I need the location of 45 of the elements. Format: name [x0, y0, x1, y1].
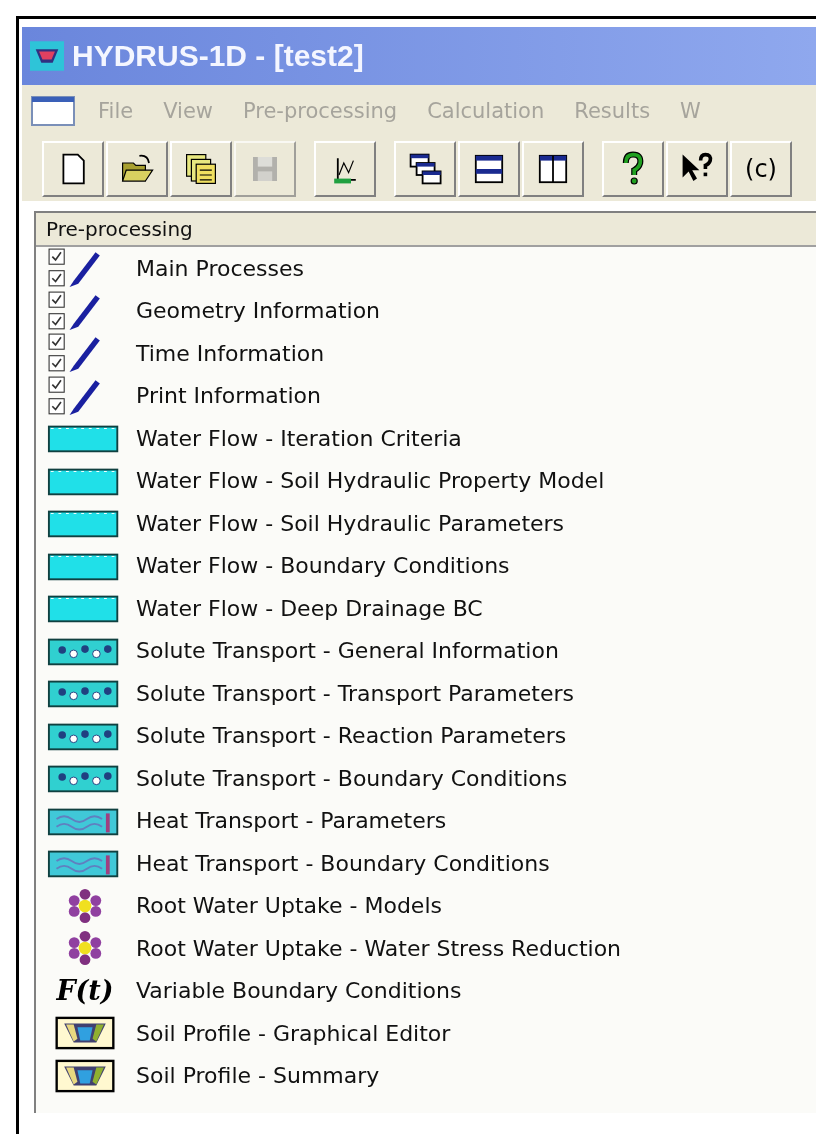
checkbox-pencil-icon [48, 290, 102, 331]
open-button[interactable] [106, 141, 168, 197]
copy-button[interactable] [170, 141, 232, 197]
panel-item[interactable]: Solute Transport - Reaction Parameters [136, 723, 567, 749]
panel-item[interactable]: Water Flow - Boundary Conditions [136, 553, 510, 579]
checkbox-pencil-icon [48, 333, 102, 374]
function-icon: F(t) [56, 975, 114, 1007]
cascade-windows-icon [407, 151, 443, 187]
panel-item[interactable]: Heat Transport - Boundary Conditions [136, 850, 550, 876]
panel-item[interactable]: Soil Profile - Summary [136, 1063, 380, 1089]
panel-header: Pre-processing [36, 213, 816, 247]
cascade-button[interactable] [394, 141, 456, 197]
panel-item[interactable]: Main Processes [136, 255, 304, 281]
panel-item[interactable]: Root Water Uptake - Models [136, 893, 442, 919]
new-button[interactable] [42, 141, 104, 197]
soil-profile-icon [54, 1058, 116, 1093]
checkbox-pencil-icon [48, 248, 102, 289]
flower-icon [67, 930, 103, 967]
checkbox-pencil-icon [48, 375, 102, 416]
panel-item[interactable]: Water Flow - Soil Hydraulic Property Model [136, 468, 605, 494]
copyright-button[interactable]: (c) [730, 141, 792, 197]
panel-item[interactable]: Heat Transport - Parameters [136, 808, 447, 834]
tile-vertical-button[interactable] [522, 141, 584, 197]
app-icon [30, 41, 64, 71]
panel-item[interactable]: Solute Transport - General Information [136, 638, 559, 664]
panel-item[interactable]: Print Information [136, 383, 321, 409]
panel-item[interactable]: Root Water Uptake - Water Stress Reduction [136, 935, 622, 961]
panel-item[interactable]: Water Flow - Deep Drainage BC [136, 595, 483, 621]
panel-item[interactable]: Solute Transport - Boundary Conditions [136, 765, 568, 791]
window-icon[interactable] [30, 96, 76, 126]
panel-item[interactable]: Water Flow - Iteration Criteria [136, 425, 462, 451]
soil-profile-icon [54, 1016, 116, 1051]
panel-item[interactable]: Variable Boundary Conditions [136, 978, 462, 1004]
help-button[interactable] [602, 141, 664, 197]
tile-horizontal-button[interactable] [458, 141, 520, 197]
panel-item[interactable]: Water Flow - Soil Hydraulic Parameters [136, 510, 565, 536]
panel-item[interactable]: Geometry Information [136, 298, 381, 324]
graph-button[interactable] [314, 141, 376, 197]
context-help-button[interactable] [666, 141, 728, 197]
flower-icon [67, 887, 103, 924]
panel-item[interactable]: Soil Profile - Graphical Editor [136, 1020, 451, 1046]
documents-icon [183, 151, 219, 187]
panel-item[interactable]: Time Information [136, 340, 325, 366]
window-title: HYDRUS-1D - [test2] [72, 39, 364, 73]
panel-item[interactable]: Solute Transport - Transport Parameters [136, 680, 574, 706]
